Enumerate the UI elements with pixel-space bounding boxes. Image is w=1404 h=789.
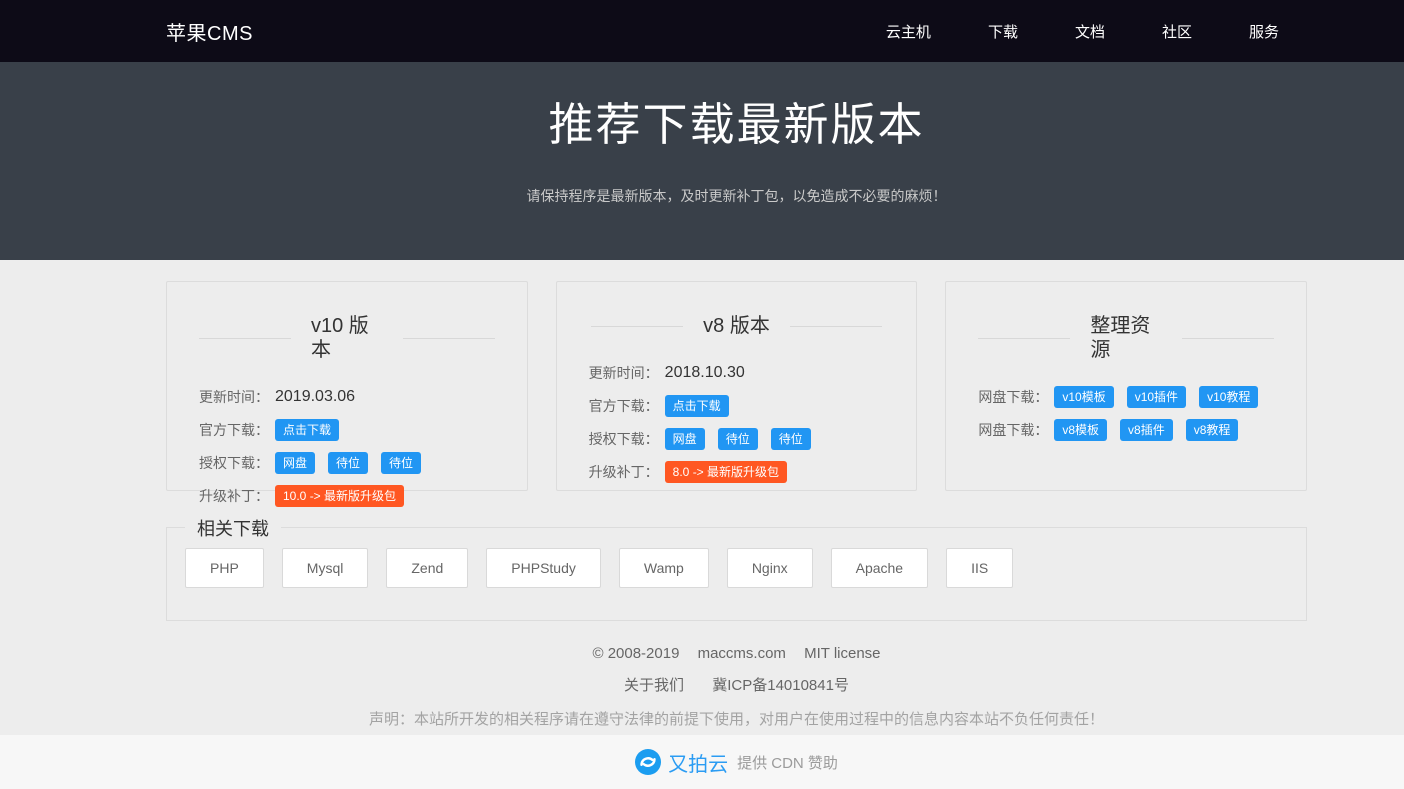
related-btn-wamp[interactable]: Wamp [619,548,709,588]
copyright-line: © 2008-2019 maccms.com MIT license [166,645,1307,662]
nav-item-cloud-host[interactable]: 云主机 [886,21,931,42]
card-row: 授权下载：网盘待位待位 [589,426,885,452]
chip-v8-tutorial[interactable]: v8教程 [1186,419,1239,441]
row-value: 2018.10.30 [665,364,745,382]
site-logo[interactable]: 苹果CMS [166,17,253,46]
card-title-v10: v10 版本 [199,314,495,362]
copyright-text: © 2008-2019 [592,645,679,662]
row-label: 更新时间： [589,363,659,383]
card-row: 官方下载： 点击下载 [589,393,885,419]
nav-item-docs[interactable]: 文档 [1075,21,1105,42]
card-row: 授权下载：网盘待位待位 [199,450,495,476]
cdn-sponsor-text: 提供 CDN 赞助 [737,752,838,773]
chip-v10-netdisk[interactable]: 网盘 [275,452,315,474]
sponsor-bar: 又拍云 提供 CDN 赞助 [0,735,1404,789]
card-row: 更新时间： 2018.10.30 [589,360,885,386]
chip-v8-template[interactable]: v8模板 [1054,419,1107,441]
chip-v10-plugin[interactable]: v10插件 [1127,386,1186,408]
card-title-text: v10 版本 [311,314,383,362]
related-btn-php[interactable]: PHP [185,548,264,588]
card-v10: v10 版本更新时间：2019.03.06官方下载：点击下载授权下载：网盘待位待… [166,281,528,491]
title-right-line [790,326,882,327]
upyun-brand-text[interactable]: 又拍云 [668,748,728,777]
nav-item-download[interactable]: 下载 [988,21,1018,42]
card-row: 官方下载： 点击下载 [199,417,495,443]
row-label: 更新时间： [199,387,269,407]
card-title-text: v8 版本 [703,314,770,338]
nav-menu: 云主机 下载 文档 社区 服务 [886,21,1307,42]
row-label: 官方下载： [199,420,269,440]
card-row: 网盘下载： v10模板 v10插件 v10教程 [978,384,1274,410]
row-label: 网盘下载： [978,387,1048,407]
related-downloads-panel: 相关下载 PHPMysqlZendPHPStudyWampNginxApache… [166,527,1307,621]
card-row: 升级补丁： 8.0 -> 最新版升级包 [589,459,885,485]
related-buttons: PHP Mysql Zend PHPStudy Wamp Nginx Apache IIS [185,548,1288,588]
row-label: 网盘下载： [978,420,1048,440]
title-right-line [403,338,495,339]
chip-v10-template[interactable]: v10模板 [1054,386,1113,408]
card-row: 升级补丁： 10.0 -> 最新版升级包 [199,483,495,509]
row-label: 授权下载： [589,429,659,449]
top-navbar: 苹果CMS 云主机 下载 文档 社区 服务 [0,0,1404,62]
chip-v10-official-download[interactable]: 点击下载 [275,419,339,441]
license-text: MIT license [804,645,880,662]
chip-v10-upgrade-pack[interactable]: 10.0 -> 最新版升级包 [275,485,404,507]
title-left-line [199,338,291,339]
hero-subtitle: 请保持程序是最新版本，及时更新补丁包，以免造成不必要的麻烦！ [166,186,1307,206]
upyun-logo-icon[interactable] [635,749,661,775]
about-us-link[interactable]: 关于我们 [624,677,684,694]
chip-v8-official-download[interactable]: 点击下载 [665,395,729,417]
row-value: 2019.03.06 [275,388,355,406]
chip-v8-upgrade-pack[interactable]: 8.0 -> 最新版升级包 [665,461,787,483]
card-v8: v8 版本更新时间：2018.10.30官方下载：点击下载授权下载：网盘待位待位… [556,281,918,491]
related-btn-phpstudy[interactable]: PHPStudy [486,548,601,588]
disclaimer-text: 声明：本站所开发的相关程序请在遵守法律的前提下使用，对用户在使用过程中的信息内容… [166,708,1307,729]
version-cards: v10 版本更新时间：2019.03.06官方下载：点击下载授权下载：网盘待位待… [166,281,1307,491]
card-row: 更新时间： 2019.03.06 [199,384,495,410]
related-btn-zend[interactable]: Zend [386,548,468,588]
row-label: 升级补丁： [589,462,659,482]
card-title-resources: 整理资源 [978,314,1274,362]
chip-v8-netdisk[interactable]: 网盘 [665,428,705,450]
title-right-line [1182,338,1274,339]
title-left-line [978,338,1070,339]
title-left-line [591,326,683,327]
hero-banner: 推荐下载最新版本 请保持程序是最新版本，及时更新补丁包，以免造成不必要的麻烦！ [0,62,1404,260]
hero-title: 推荐下载最新版本 [166,100,1307,150]
chip-v8-reserved-2[interactable]: 待位 [771,428,811,450]
row-label: 升级补丁： [199,486,269,506]
row-label: 官方下载： [589,396,659,416]
related-btn-mysql[interactable]: Mysql [282,548,369,588]
card-title-v8: v8 版本 [589,314,885,338]
chip-v10-reserved-1[interactable]: 待位 [328,452,368,474]
row-label: 授权下载： [199,453,269,473]
chip-v8-reserved-1[interactable]: 待位 [718,428,758,450]
chip-v8-plugin[interactable]: v8插件 [1120,419,1173,441]
nav-item-community[interactable]: 社区 [1162,21,1192,42]
icp-number-link[interactable]: 冀ICP备14010841号 [712,677,849,694]
card-row: 网盘下载： v8模板 v8插件 v8教程 [978,417,1274,443]
card-resources: 整理资源网盘下载：v10模板v10插件v10教程网盘下载：v8模板v8插件v8教… [945,281,1307,491]
related-btn-nginx[interactable]: Nginx [727,548,813,588]
chip-v10-tutorial[interactable]: v10教程 [1199,386,1258,408]
domain-text: maccms.com [698,645,786,662]
footer-links-line: 关于我们 冀ICP备14010841号 [166,674,1307,695]
related-btn-iis[interactable]: IIS [946,548,1013,588]
related-btn-apache[interactable]: Apache [831,548,928,588]
chip-v10-reserved-2[interactable]: 待位 [381,452,421,474]
nav-item-service[interactable]: 服务 [1249,21,1279,42]
related-downloads-title: 相关下载 [185,515,281,541]
card-title-text: 整理资源 [1090,314,1162,362]
